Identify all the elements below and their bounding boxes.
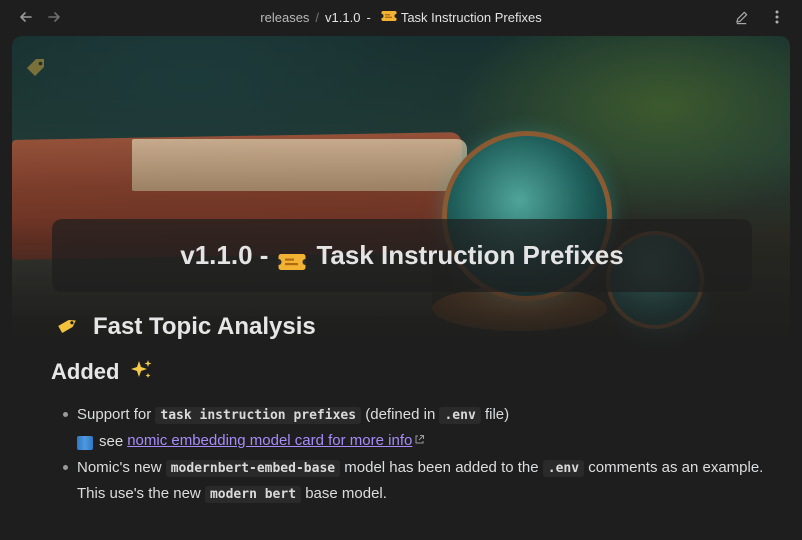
arrow-right-icon[interactable]	[44, 7, 64, 27]
inline-code: task instruction prefixes	[155, 407, 362, 424]
inline-code: modern bert	[204, 486, 302, 503]
banner-title-box: v1.1.0 - Task Instruction Prefixes	[52, 219, 752, 292]
heading-text: Fast Topic Analysis	[93, 313, 316, 340]
breadcrumb-current[interactable]: v1.1.0	[325, 10, 360, 25]
heading-added-text: Added	[51, 359, 120, 384]
title-bar: releases / v1.1.0 - Task Instruction Pre…	[0, 0, 802, 34]
item-text: see	[99, 433, 124, 450]
external-link-icon[interactable]	[414, 435, 425, 448]
more-vertical-icon[interactable]	[767, 7, 787, 27]
inline-code: .env	[542, 460, 585, 477]
inline-code: .env	[439, 407, 481, 424]
arrow-left-icon[interactable]	[16, 7, 36, 27]
label-tag-icon	[55, 312, 81, 343]
blue-book-icon	[77, 435, 93, 450]
ticket-icon	[379, 10, 399, 25]
list-item: Support for task instruction prefixes (d…	[60, 402, 780, 455]
item-text: Support for	[77, 406, 152, 423]
item-text: (defined in	[365, 406, 436, 423]
tag-icon	[24, 56, 48, 80]
heading-added: Added	[51, 356, 153, 388]
sparkles-icon	[129, 358, 153, 387]
title-text: Task Instruction Prefixes	[316, 240, 624, 270]
item-text: file)	[484, 406, 510, 423]
inline-code: modernbert-embed-base	[165, 460, 341, 477]
breadcrumb-title[interactable]: Task Instruction Prefixes	[401, 10, 542, 25]
item-text: base model.	[305, 485, 387, 502]
title-version: v1.1.0 -	[180, 240, 269, 270]
breadcrumb: releases / v1.1.0 - Task Instruction Pre…	[0, 0, 802, 34]
ticket-icon	[275, 247, 309, 270]
pencil-icon[interactable]	[731, 7, 751, 27]
breadcrumb-folder[interactable]: releases	[260, 10, 309, 25]
changes-list: Support for task instruction prefixes (d…	[60, 402, 780, 507]
model-card-link[interactable]: nomic embedding model card for more info	[127, 432, 412, 449]
list-item: Nomic's new modernbert-embed-base model …	[60, 455, 780, 507]
breadcrumb-separator: /	[315, 9, 320, 25]
breadcrumb-dash: -	[366, 9, 371, 25]
list-item-subline: see nomic embedding model card for more …	[77, 428, 780, 455]
item-text: Nomic's new	[77, 459, 162, 476]
item-text: model has been added to the	[344, 459, 539, 476]
page-title: v1.1.0 - Task Instruction Prefixes	[180, 240, 623, 271]
heading-fast-topic-analysis: Fast Topic Analysis	[55, 310, 316, 344]
